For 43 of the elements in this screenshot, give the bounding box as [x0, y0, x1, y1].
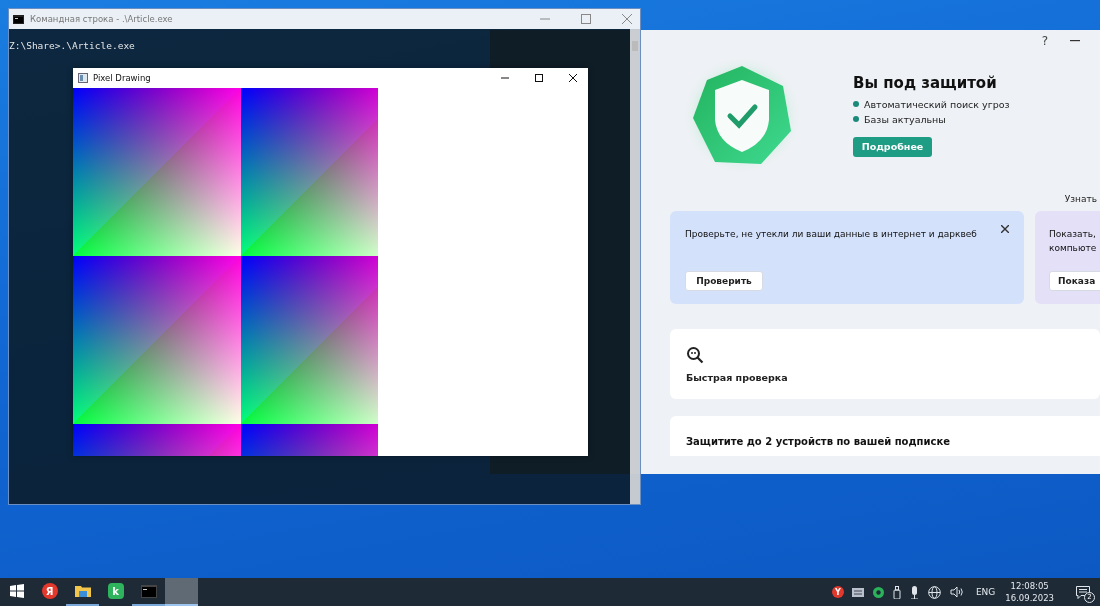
taskbar-button[interactable]: Я	[33, 578, 66, 606]
antivirus-icon: k	[107, 583, 124, 599]
console-icon	[140, 584, 157, 598]
browser-tray-icon[interactable]: Y	[831, 586, 844, 598]
devices-title: Защитите до 2 устройств по вашей подписке	[686, 436, 950, 447]
speaker-icon[interactable]	[949, 586, 964, 598]
browser-icon: Я	[41, 583, 58, 599]
microphone-icon[interactable]	[909, 585, 919, 599]
bullet-dot-icon	[853, 116, 859, 122]
maximize-icon[interactable]	[534, 73, 544, 83]
card-text: Проверьте, не утекли ли ваши данные в интернет и дарквеб	[685, 228, 978, 241]
learn-more-link[interactable]: Узнать	[1064, 194, 1097, 210]
status-item: Автоматический поиск угроз	[864, 98, 1010, 110]
card-button[interactable]: Показа	[1049, 271, 1100, 291]
language-indicator[interactable]: ENG	[975, 587, 996, 597]
clock-date[interactable]: 16.09.2023	[1005, 592, 1054, 604]
minimize-icon[interactable]	[1070, 40, 1080, 42]
card-text: Показать,	[1049, 228, 1097, 241]
shield-tray-icon[interactable]	[872, 586, 884, 598]
keyboard-icon[interactable]	[851, 587, 864, 597]
magnifier-icon	[686, 345, 704, 364]
window-title: Командная строка - .\Article.exe	[30, 14, 173, 24]
close-icon[interactable]	[1001, 225, 1009, 233]
help-button[interactable]: ?	[1041, 34, 1048, 48]
quick-scan-label: Быстрая проверка	[686, 371, 789, 383]
card-button[interactable]: Проверить	[685, 271, 763, 291]
usb-drive-icon[interactable]	[892, 585, 901, 599]
globe-icon[interactable]	[927, 585, 941, 599]
console-line: Z:\Share>.\Article.exe	[9, 40, 136, 51]
status-title: Вы под защитой	[853, 73, 998, 92]
clock-time[interactable]: 12:08:05	[1010, 580, 1049, 592]
card-text: компьюте	[1049, 242, 1098, 255]
folder-icon	[74, 584, 91, 598]
scrollbar[interactable]	[630, 29, 640, 504]
windows-logo-icon	[9, 584, 24, 598]
close-icon[interactable]	[568, 73, 578, 83]
quick-scan-card[interactable]: Быстрая проверка	[670, 329, 1100, 399]
window-icon	[78, 73, 88, 83]
window-title: Pixel Drawing	[93, 73, 151, 83]
bullet-dot-icon	[853, 101, 859, 107]
console-icon	[13, 14, 24, 24]
notification-icon[interactable]	[1076, 585, 1090, 599]
status-item: Базы актуальны	[864, 113, 946, 125]
